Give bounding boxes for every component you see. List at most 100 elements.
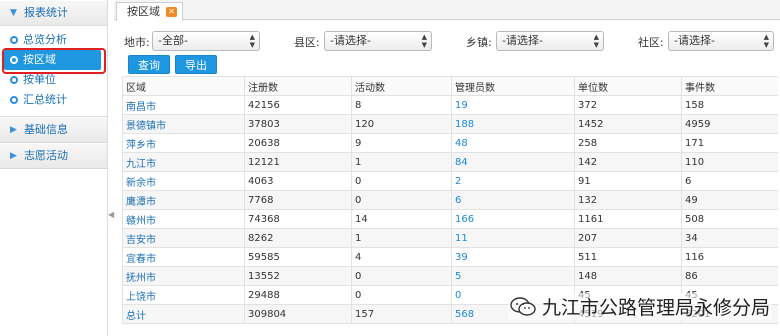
- highlight-outline: [2, 48, 106, 74]
- county-label: 县区:: [294, 36, 320, 49]
- group-volunteer-activity[interactable]: ▶ 志愿活动: [0, 143, 107, 169]
- tab-bar: 按区域 ✕: [114, 0, 780, 21]
- admin-count-link[interactable]: 84: [451, 152, 575, 172]
- admin-count-link[interactable]: 2: [451, 171, 575, 191]
- region-link[interactable]: 总计: [122, 304, 245, 324]
- region-link[interactable]: 宜春市: [122, 247, 245, 267]
- group-report-stats[interactable]: ▼ 报表统计: [0, 0, 107, 26]
- column-header[interactable]: 单位数: [574, 76, 682, 96]
- table-cell: 49: [681, 190, 778, 210]
- city-select[interactable]: -全部- ▲ ▼: [152, 31, 260, 51]
- chevron-right-icon: ▶: [10, 125, 17, 135]
- table-cell: 0: [351, 266, 452, 286]
- table-row: 鹰潭市 7768 0 6 132 49: [122, 190, 778, 210]
- table-cell: 12121: [244, 152, 352, 172]
- admin-count-link[interactable]: 5: [451, 266, 575, 286]
- radio-dot-icon: [10, 76, 18, 84]
- county-select[interactable]: -请选择- ▲ ▼: [324, 31, 432, 51]
- table-cell: 258: [574, 133, 682, 153]
- table-cell: 309804: [244, 304, 352, 324]
- sidebar-item-overview[interactable]: 总览分析: [0, 30, 107, 50]
- group-basic-info[interactable]: ▶ 基础信息: [0, 117, 107, 143]
- table-row: 新余市 4063 0 2 91 6: [122, 171, 778, 191]
- table-cell: 148: [574, 266, 682, 286]
- table-row: 萍乡市 20638 9 48 258 171: [122, 133, 778, 153]
- admin-count-link[interactable]: 166: [451, 209, 575, 229]
- table-cell: 20638: [244, 133, 352, 153]
- table-cell: 14: [351, 209, 452, 229]
- region-link[interactable]: 鹰潭市: [122, 190, 245, 210]
- table-row: 南昌市 42156 8 19 372 158: [122, 95, 778, 115]
- results-table-wrap: 区域 注册数 活动数 管理员数 单位数 事件数 南昌市 42156 8 19 372 15…: [122, 76, 778, 326]
- select-arrows-icon: ▲ ▼: [249, 33, 255, 49]
- region-link[interactable]: 九江市: [122, 152, 245, 172]
- table-cell: 0: [351, 171, 452, 191]
- radio-dot-icon: [10, 96, 18, 104]
- column-header[interactable]: 事件数: [681, 76, 778, 96]
- table-cell: 508: [681, 209, 778, 229]
- column-header[interactable]: 管理员数: [451, 76, 575, 96]
- table-cell: 110: [681, 152, 778, 172]
- query-button[interactable]: 查询: [128, 55, 170, 74]
- region-link[interactable]: 萍乡市: [122, 133, 245, 153]
- community-select[interactable]: -请选择- ▲ ▼: [668, 31, 774, 51]
- table-row: 吉安市 8262 1 11 207 34: [122, 228, 778, 248]
- select-arrows-icon: ▲ ▼: [421, 33, 427, 49]
- town-label: 乡镇:: [466, 36, 492, 49]
- table-cell: 29488: [244, 285, 352, 305]
- admin-count-link[interactable]: 39: [451, 247, 575, 267]
- table-cell: 74368: [244, 209, 352, 229]
- table-cell: 142: [574, 152, 682, 172]
- table-cell: 1161: [574, 209, 682, 229]
- select-arrows-icon: ▲ ▼: [763, 33, 769, 49]
- table-cell: 157: [351, 304, 452, 324]
- table-cell: 207: [574, 228, 682, 248]
- town-select-value: -请选择-: [502, 34, 543, 47]
- region-link[interactable]: 南昌市: [122, 95, 245, 115]
- column-header[interactable]: 活动数: [351, 76, 452, 96]
- table-cell: 158: [681, 95, 778, 115]
- column-header[interactable]: 注册数: [244, 76, 352, 96]
- column-header[interactable]: 区域: [122, 76, 245, 96]
- admin-count-link[interactable]: 19: [451, 95, 575, 115]
- table-cell: 37803: [244, 114, 352, 134]
- region-link[interactable]: 景德镇市: [122, 114, 245, 134]
- tab-by-region[interactable]: 按区域 ✕: [116, 2, 183, 21]
- sidebar-item-summary[interactable]: 汇总统计: [0, 90, 107, 110]
- table-cell: 9: [351, 133, 452, 153]
- admin-count-link[interactable]: 11: [451, 228, 575, 248]
- community-select-value: -请选择-: [674, 34, 715, 47]
- admin-count-link[interactable]: 188: [451, 114, 575, 134]
- group-label: 志愿活动: [24, 149, 68, 162]
- region-link[interactable]: 抚州市: [122, 266, 245, 286]
- table-row: 景德镇市 37803 120 188 1452 4959: [122, 114, 778, 134]
- admin-count-link[interactable]: 48: [451, 133, 575, 153]
- admin-count-link[interactable]: 6: [451, 190, 575, 210]
- table-cell: 59585: [244, 247, 352, 267]
- region-link[interactable]: 上饶市: [122, 285, 245, 305]
- region-link[interactable]: 吉安市: [122, 228, 245, 248]
- table-cell: 4: [351, 247, 452, 267]
- wechat-icon: [510, 296, 536, 316]
- region-link[interactable]: 新余市: [122, 171, 245, 191]
- close-icon[interactable]: ✕: [166, 7, 177, 17]
- table-body: 南昌市 42156 8 19 372 158 景德镇市 37803 120 188 1452 4959…: [122, 95, 778, 324]
- group-label: 基础信息: [24, 123, 68, 136]
- group-label: 报表统计: [24, 6, 68, 19]
- chevron-down-icon: ▼: [10, 8, 17, 18]
- watermark-text: 九江市公路管理局永修分局: [541, 297, 770, 319]
- region-link[interactable]: 赣州市: [122, 209, 245, 229]
- table-row: 九江市 12121 1 84 142 110: [122, 152, 778, 172]
- table-cell: 0: [351, 190, 452, 210]
- table-cell: 86: [681, 266, 778, 286]
- table-header-row: 区域 注册数 活动数 管理员数 单位数 事件数: [122, 76, 778, 96]
- export-button[interactable]: 导出: [175, 55, 217, 74]
- table-cell: 7768: [244, 190, 352, 210]
- filter-bar: 地市: -全部- ▲ ▼ 县区: -请选择- ▲ ▼ 乡镇: -请选择- ▲ ▼ 社区…: [122, 30, 778, 52]
- table-cell: 171: [681, 133, 778, 153]
- town-select[interactable]: -请选择- ▲ ▼: [496, 31, 604, 51]
- table-cell: 132: [574, 190, 682, 210]
- city-label: 地市:: [124, 36, 150, 49]
- city-select-value: -全部-: [158, 34, 188, 47]
- community-label: 社区:: [638, 36, 664, 49]
